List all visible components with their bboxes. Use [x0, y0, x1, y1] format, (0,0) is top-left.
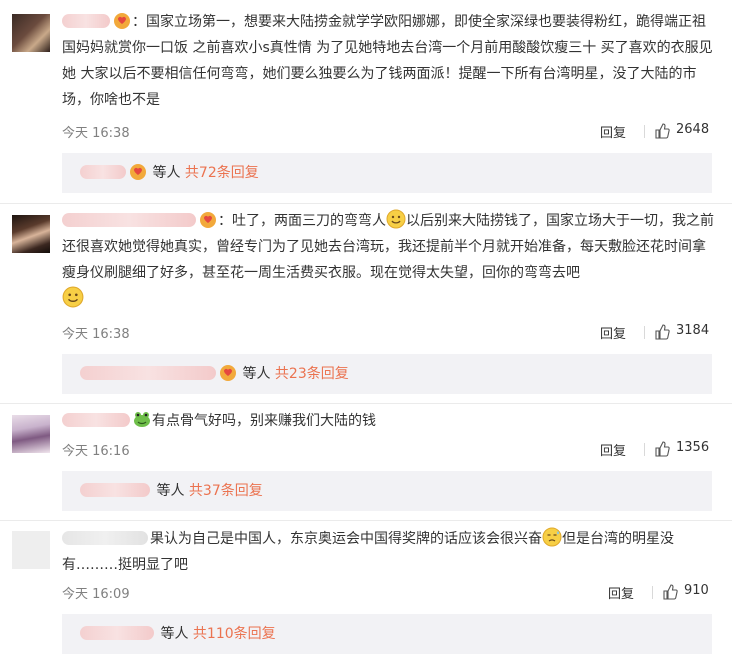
like-count[interactable]: 2648 [676, 122, 709, 137]
replier-names-blurred[interactable] [80, 366, 216, 380]
heart-badge-icon [220, 365, 236, 381]
comment-meta: 今天 16:16 回复 1356 [62, 440, 717, 460]
comment-meta: 今天 16:38 回复 2648 [62, 122, 717, 142]
heart-badge-icon [200, 212, 216, 228]
divider [0, 203, 732, 204]
divider [644, 125, 645, 138]
comment-text: ：国家立场第一，想要来大陆捞金就学学欧阳娜娜，即使全家深绿也要装得粉红，跪得端正… [62, 9, 717, 113]
more-replies-link[interactable]: 共37条回复 [189, 483, 263, 499]
smile-emoji [62, 286, 84, 308]
reply-who: 等人 [156, 483, 185, 499]
reply-summary[interactable]: 等人 共72条回复 [62, 153, 712, 193]
username-blurred[interactable] [62, 213, 196, 227]
thumbs-up-icon[interactable] [654, 324, 670, 340]
comment-text: 有点骨气好吗，别来赚我们大陆的钱 [62, 408, 717, 434]
username-blurred[interactable] [62, 413, 130, 427]
comment-time: 今天 16:38 [62, 126, 130, 141]
thumbs-up-icon[interactable] [654, 123, 670, 139]
comment-meta: 今天 16:38 回复 3184 [62, 323, 717, 343]
reply-button[interactable]: 回复 [600, 323, 626, 342]
comment-time: 今天 16:38 [62, 327, 130, 342]
divider [644, 326, 645, 339]
reply-who: 等人 [152, 165, 181, 181]
comment-text: 果认为自己是中国人，东京奥运会中国得奖牌的话应该会很兴奋 但是台湾的明星没有………… [62, 526, 717, 578]
thumbs-up-icon[interactable] [654, 441, 670, 457]
reply-summary[interactable]: 等人 共23条回复 [62, 354, 712, 394]
replier-names-blurred[interactable] [80, 483, 150, 497]
user-avatar[interactable] [12, 531, 50, 569]
divider [644, 443, 645, 456]
sweat-emoji [542, 527, 562, 547]
reply-button[interactable]: 回复 [600, 122, 626, 141]
like-count[interactable]: 910 [684, 583, 709, 598]
replier-names-blurred[interactable] [80, 165, 126, 179]
more-replies-link[interactable]: 共72条回复 [185, 165, 259, 181]
reply-who: 等人 [160, 626, 189, 642]
thumbs-up-icon[interactable] [662, 584, 678, 600]
like-count[interactable]: 3184 [676, 323, 709, 338]
divider [0, 403, 732, 404]
reply-button[interactable]: 回复 [608, 583, 634, 602]
user-avatar[interactable] [12, 415, 50, 453]
more-replies-link[interactable]: 共23条回复 [275, 366, 349, 382]
heart-badge-icon [130, 164, 146, 180]
comment-time: 今天 16:16 [62, 444, 130, 459]
user-avatar[interactable] [12, 14, 50, 52]
divider [652, 586, 653, 599]
comment-time: 今天 16:09 [62, 587, 130, 602]
user-avatar[interactable] [12, 215, 50, 253]
more-replies-link[interactable]: 共110条回复 [193, 626, 276, 642]
reply-button[interactable]: 回复 [600, 440, 626, 459]
comment-text: ：吐了，两面三刀的弯弯人 以后别来大陆捞钱了，国家立场大于一切，我之前还很喜欢她觉… [62, 208, 717, 313]
replier-names-blurred[interactable] [80, 626, 154, 640]
heart-badge-icon [114, 13, 130, 29]
username-blurred[interactable] [62, 14, 110, 28]
reply-who: 等人 [242, 366, 271, 382]
divider [0, 520, 732, 521]
frog-emoji [134, 412, 150, 427]
like-count[interactable]: 1356 [676, 440, 709, 455]
smile-emoji [386, 209, 406, 229]
comment-meta: 今天 16:09 回复 910 [62, 583, 717, 603]
reply-summary[interactable]: 等人 共110条回复 [62, 614, 712, 654]
reply-summary[interactable]: 等人 共37条回复 [62, 471, 712, 511]
username-blurred[interactable] [62, 531, 148, 545]
